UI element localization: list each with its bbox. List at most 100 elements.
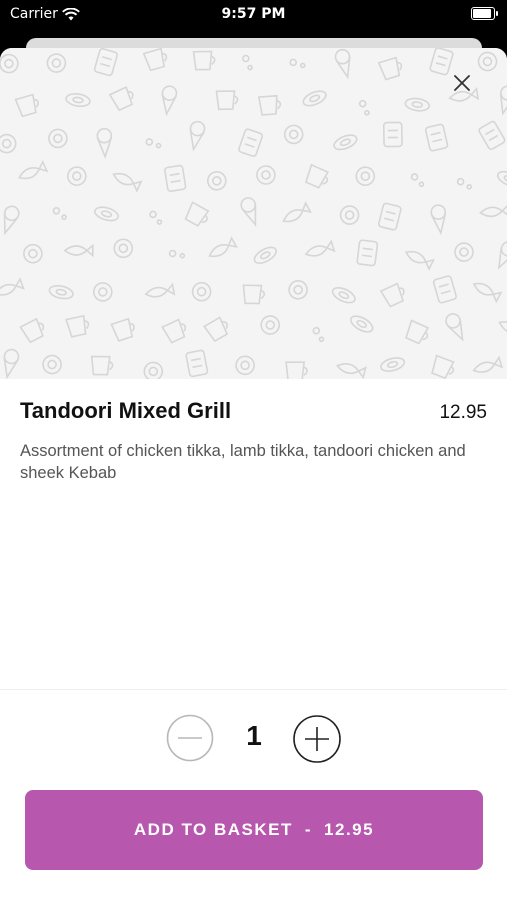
doodle-circle [93, 282, 113, 302]
doodle-fish [472, 282, 503, 304]
doodle-cone [161, 85, 178, 117]
doodle-fish [335, 363, 367, 379]
doodle-cone [96, 127, 113, 160]
doodle-cup [110, 317, 135, 342]
item-price: 12.95 [439, 402, 487, 423]
doodle-cup [215, 90, 239, 111]
doodle-circle [256, 165, 276, 185]
doodle-ring [333, 134, 358, 151]
doodle-rect [432, 275, 457, 304]
doodle-fish [18, 159, 49, 180]
decrease-quantity-button[interactable] [166, 714, 214, 762]
doodle-cup [142, 48, 168, 72]
doodle-rect [356, 239, 379, 267]
close-icon [454, 75, 470, 91]
doodle-fish [63, 243, 94, 258]
add-to-basket-button[interactable]: ADD TO BASKET - 12.95 [25, 790, 483, 870]
doodle-circle [0, 133, 17, 154]
doodle-cup [242, 284, 266, 305]
increase-quantity-button[interactable] [292, 714, 342, 764]
doodle-cup [65, 314, 90, 338]
doodle-dot [145, 138, 162, 149]
status-time: 9:57 PM [221, 6, 286, 22]
doodle-fish [479, 203, 507, 218]
doodle-dot [168, 249, 186, 259]
doodle-circle [42, 354, 62, 375]
close-button[interactable] [447, 68, 477, 98]
doodle-circle [454, 242, 474, 262]
doodle-cone [3, 348, 20, 379]
doodle-rect [478, 120, 506, 150]
doodle-circle [46, 53, 67, 73]
doodle-cup [192, 50, 216, 71]
doodle-fish [208, 236, 238, 258]
doodle-circle [207, 171, 227, 191]
battery-fill [473, 9, 492, 18]
doodle-cup [379, 282, 405, 308]
doodle-cone [189, 120, 206, 152]
doodle-ring [404, 97, 431, 112]
doodle-dot [149, 210, 163, 225]
doodle-rect [93, 48, 118, 77]
doodle-cup [304, 163, 330, 189]
doodle-cup [90, 355, 114, 376]
doodle-fish [282, 201, 312, 223]
doodle-circle [0, 53, 19, 74]
doodle-circle [67, 166, 87, 186]
doodle-rect [185, 349, 209, 378]
doodle-ring [350, 315, 374, 333]
food-doodle-pattern [0, 48, 507, 379]
doodle-cone [240, 197, 257, 227]
doodle-fish [112, 172, 143, 193]
doodle-circle [339, 205, 360, 225]
item-title: Tandoori Mixed Grill [20, 398, 232, 423]
doodle-dot [289, 58, 306, 69]
doodle-ring [94, 206, 119, 222]
item-detail-sheet: Tandoori Mixed Grill 12.95 Assortment of… [0, 48, 507, 900]
doodle-cone [499, 85, 507, 116]
doodle-fish [304, 239, 336, 257]
doodle-cup [14, 93, 39, 118]
status-bar: Carrier 9:57 PM [0, 0, 507, 30]
battery-icon [471, 7, 498, 20]
doodle-cone [334, 48, 351, 80]
add-button-price: 12.95 [324, 820, 375, 839]
doodle-cup [285, 361, 308, 379]
doodle-fish [498, 321, 507, 334]
doodle-fish [0, 277, 25, 296]
doodle-cup [377, 56, 403, 81]
doodle-cone [497, 241, 507, 270]
doodle-cup [203, 316, 229, 343]
minus-circle-icon [166, 714, 214, 762]
doodle-dot [358, 99, 370, 116]
doodle-circle [48, 128, 68, 149]
doodle-cup [19, 317, 45, 344]
doodle-ring [48, 285, 74, 300]
doodle-circle [23, 243, 43, 264]
doodle-rect [382, 121, 403, 148]
doodle-cup [184, 201, 210, 227]
doodle-rect [238, 128, 264, 157]
doodle-dot [52, 207, 67, 221]
doodle-circle [260, 315, 281, 335]
doodle-ring [253, 246, 277, 264]
quantity-value: 1 [246, 720, 262, 751]
doodle-circle [283, 124, 304, 145]
plus-circle-icon [293, 715, 341, 763]
doodle-ring [380, 357, 406, 372]
doodle-cup [431, 354, 455, 379]
doodle-cup [108, 86, 134, 112]
add-button-label: ADD TO BASKET [133, 820, 293, 839]
doodle-cup [161, 318, 187, 344]
item-description: Assortment of chicken tikka, lamb tikka,… [20, 442, 466, 482]
doodle-ring [331, 286, 356, 304]
divider [0, 689, 507, 690]
quantity-stepper: 1 [0, 714, 507, 764]
doodle-cone [3, 205, 20, 236]
doodle-rect [164, 164, 187, 193]
doodle-cup [405, 319, 430, 345]
doodle-circle [191, 281, 212, 302]
doodle-cone [445, 313, 464, 342]
add-button-separator: - [304, 820, 313, 839]
doodle-dot [242, 54, 253, 71]
